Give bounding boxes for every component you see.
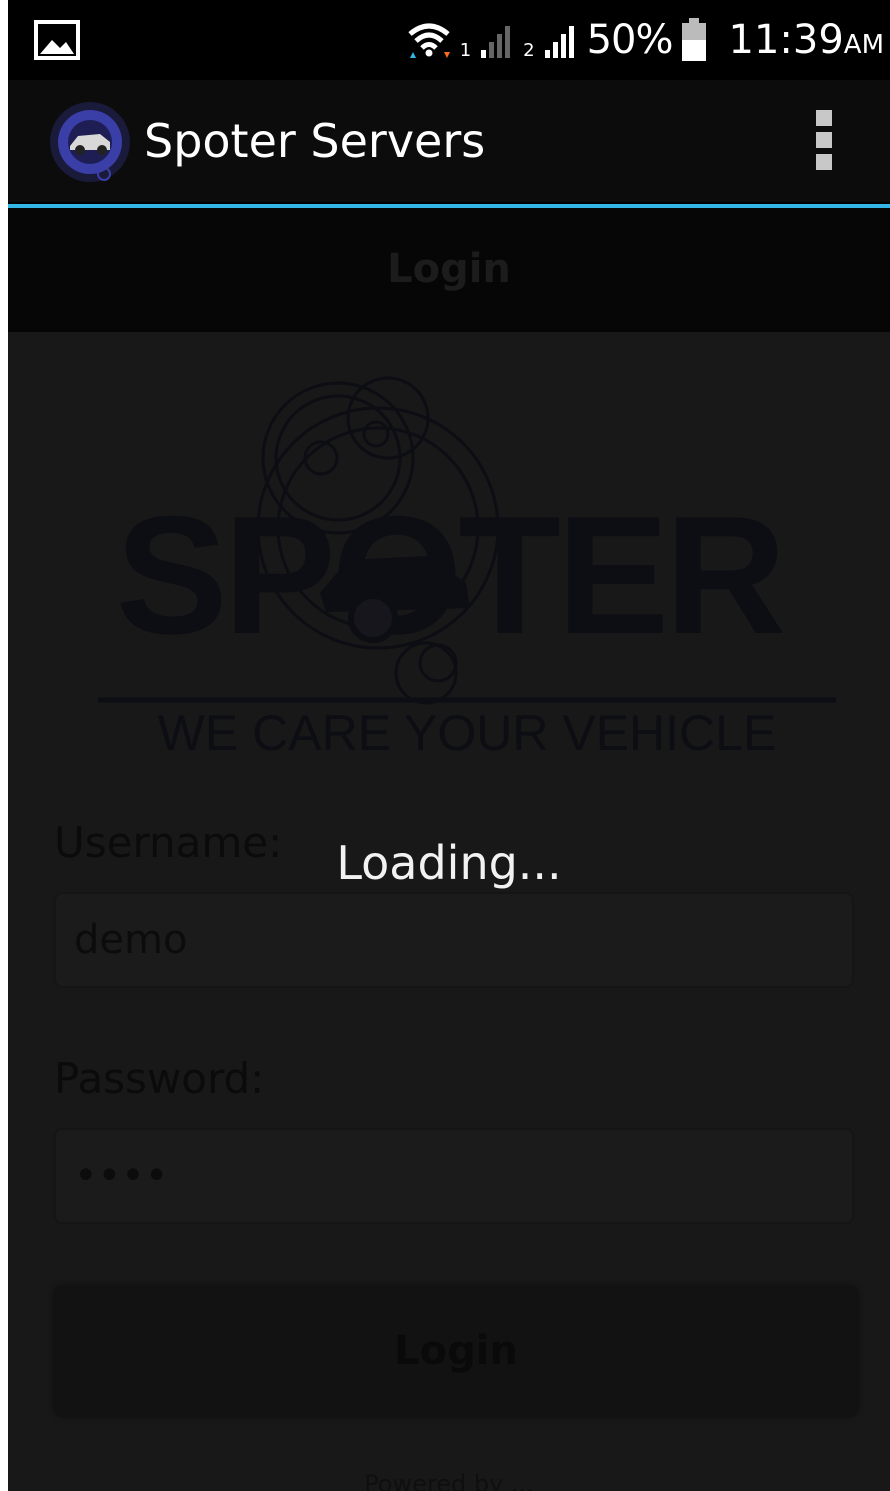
spoter-logo: SPOTER WE CARE YOUR VEHICLE xyxy=(98,376,836,761)
overflow-menu-icon[interactable] xyxy=(816,110,832,170)
clock-time: 11:39 xyxy=(728,17,844,63)
status-bar: 1 2 50% 11:39AM xyxy=(0,0,890,80)
battery-percent: 50% xyxy=(586,17,674,63)
signal-sim2-icon xyxy=(544,26,574,58)
action-bar: Spoter Servers xyxy=(8,80,890,210)
page-title: Login xyxy=(387,246,511,292)
sim2-label: 2 xyxy=(523,39,535,61)
username-input[interactable]: demo xyxy=(54,892,854,988)
login-button[interactable]: Login xyxy=(54,1286,858,1416)
password-label: Password: xyxy=(54,1054,265,1103)
app-title: Spoter Servers xyxy=(144,114,486,168)
clock: 11:39AM xyxy=(729,17,885,63)
logo-tagline: WE CARE YOUR VEHICLE xyxy=(158,705,777,761)
password-input[interactable]: •••• xyxy=(54,1128,854,1224)
signal-sim1-icon xyxy=(481,26,511,58)
gallery-icon xyxy=(34,20,80,60)
loading-indicator: Loading... xyxy=(336,836,562,890)
app-logo-icon[interactable] xyxy=(48,100,132,184)
clock-suffix: AM xyxy=(843,30,884,60)
login-page: Login SPOTER WE CARE YOUR VEHICLE Userna… xyxy=(8,208,890,1491)
screen-edge xyxy=(0,0,8,1491)
sim1-label: 1 xyxy=(459,39,472,61)
battery-icon xyxy=(681,18,706,61)
page-header: Login xyxy=(8,208,890,332)
wifi-icon xyxy=(408,23,450,58)
footer-text: Powered by ... xyxy=(364,1470,534,1491)
